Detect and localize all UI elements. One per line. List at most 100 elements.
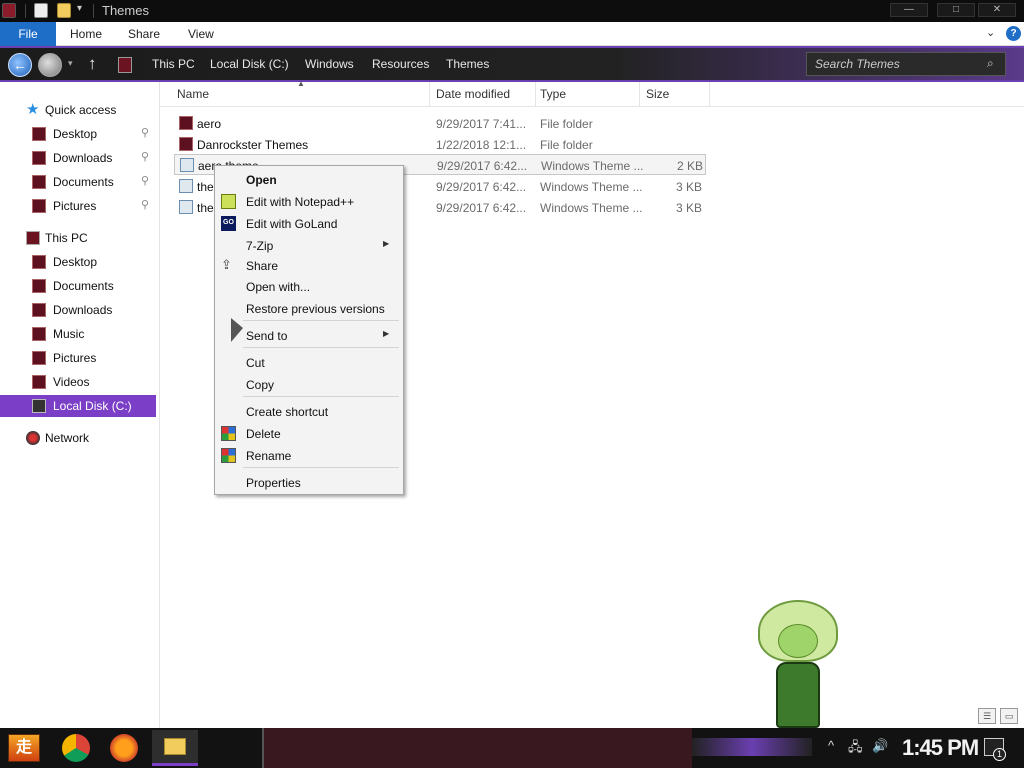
- menu-item-restore-previous-versions[interactable]: Restore previous versions: [215, 297, 403, 319]
- start-button[interactable]: 走: [8, 734, 40, 762]
- sidebar-item-label: Quick access: [45, 103, 117, 117]
- forward-button[interactable]: [38, 53, 62, 77]
- sidebar-item-downloads[interactable]: Downloads ⚲: [0, 147, 156, 169]
- file-name: aero: [197, 117, 222, 131]
- sidebar-item-pc-downloads[interactable]: Downloads: [0, 299, 156, 321]
- folder-icon: [179, 116, 193, 130]
- menu-item-label: Open with...: [246, 280, 311, 294]
- shield-icon: [221, 426, 236, 441]
- pin-icon[interactable]: ⚲: [141, 174, 149, 187]
- folder-icon: [164, 738, 186, 755]
- pin-icon[interactable]: ⚲: [141, 126, 149, 139]
- minimize-button[interactable]: —: [890, 3, 928, 17]
- sidebar-item-pc-music[interactable]: Music: [0, 323, 156, 345]
- sidebar-item-pc-desktop[interactable]: Desktop: [0, 251, 156, 273]
- search-icon[interactable]: ⌕: [987, 56, 994, 71]
- new-folder-quick-icon[interactable]: [57, 3, 71, 18]
- file-row[interactable]: aero 9/29/2017 7:41... File folder: [174, 113, 706, 134]
- file-size: 3 KB: [675, 201, 702, 215]
- chrome-icon[interactable]: [62, 734, 90, 762]
- menu-item-send-to[interactable]: Send to ▶: [215, 324, 403, 346]
- menu-item-share[interactable]: ⇪ Share: [215, 254, 403, 276]
- sidebar-item-quick-access[interactable]: ★ Quick access: [0, 99, 156, 121]
- menu-item-7zip[interactable]: 7-Zip ▶: [215, 234, 403, 256]
- breadcrumb-this-pc[interactable]: This PC: [152, 57, 195, 71]
- menu-item-rename[interactable]: Rename: [215, 444, 403, 466]
- large-icons-view-icon[interactable]: ▭: [1000, 708, 1018, 724]
- breadcrumb-windows[interactable]: Windows: [305, 57, 354, 71]
- breadcrumb-local-disk[interactable]: Local Disk (C:): [210, 57, 289, 71]
- mouse-cursor-icon: [231, 318, 243, 342]
- expand-ribbon-icon[interactable]: ⌄: [986, 26, 995, 39]
- menu-item-edit-notepad[interactable]: Edit with Notepad++: [215, 190, 403, 212]
- sidebar-item-label: Pictures: [53, 351, 97, 365]
- menu-item-delete[interactable]: Delete: [215, 422, 403, 444]
- menu-item-edit-goland[interactable]: GO Edit with GoLand: [215, 212, 403, 234]
- maximize-button[interactable]: □: [937, 3, 975, 17]
- sidebar-item-pictures[interactable]: Pictures ⚲: [0, 195, 156, 217]
- sidebar-item-this-pc[interactable]: This PC: [0, 227, 156, 249]
- sidebar-item-pc-pictures[interactable]: Pictures: [0, 347, 156, 369]
- column-header-type[interactable]: Type: [536, 82, 640, 107]
- sidebar-item-documents[interactable]: Documents ⚲: [0, 171, 156, 193]
- file-size: 3 KB: [675, 180, 702, 194]
- file-row[interactable]: Danrockster Themes 1/22/2018 12:1... Fil…: [174, 134, 706, 155]
- file-date: 9/29/2017 6:42...: [437, 159, 528, 173]
- column-header-name[interactable]: Name: [160, 82, 430, 107]
- sidebar-item-network[interactable]: Network: [0, 427, 156, 449]
- drive-icon: [32, 399, 46, 413]
- up-button[interactable]: ↑: [88, 54, 97, 74]
- sidebar-item-label: This PC: [45, 231, 88, 245]
- sidebar-item-label: Local Disk (C:): [53, 399, 132, 413]
- pin-icon[interactable]: ⚲: [141, 198, 149, 211]
- search-input[interactable]: [807, 53, 982, 75]
- app-icon[interactable]: [2, 3, 16, 18]
- recent-locations-dropdown-icon[interactable]: ▾: [68, 58, 73, 69]
- show-hidden-icons-chevron-icon[interactable]: ^: [828, 738, 834, 753]
- notepad-plus-plus-icon: [221, 194, 236, 209]
- taskbar-decoration: [262, 728, 692, 768]
- sidebar-item-label: Network: [45, 431, 90, 445]
- properties-quick-icon[interactable]: [34, 3, 48, 18]
- menu-item-properties[interactable]: Properties: [215, 471, 403, 493]
- back-button[interactable]: ←: [8, 53, 32, 77]
- help-icon[interactable]: ?: [1006, 26, 1021, 41]
- file-explorer-taskbar-button[interactable]: [152, 730, 198, 766]
- menu-item-label: Delete: [246, 427, 281, 441]
- tab-home[interactable]: Home: [70, 22, 102, 46]
- volume-icon[interactable]: 🔊: [872, 738, 888, 754]
- menu-item-copy[interactable]: Copy: [215, 373, 403, 395]
- details-view-icon[interactable]: ☰: [978, 708, 996, 724]
- menu-item-cut[interactable]: Cut: [215, 351, 403, 373]
- menu-separator: [243, 320, 399, 321]
- pin-icon[interactable]: ⚲: [141, 150, 149, 163]
- clock[interactable]: 1:45 PM: [902, 735, 979, 761]
- tab-view[interactable]: View: [188, 22, 214, 46]
- menu-item-open-with[interactable]: Open with...: [215, 275, 403, 297]
- tab-share[interactable]: Share: [128, 22, 160, 46]
- sidebar-item-pc-videos[interactable]: Videos: [0, 371, 156, 393]
- sidebar-item-local-disk[interactable]: Local Disk (C:): [0, 395, 156, 417]
- file-date: 9/29/2017 7:41...: [436, 117, 527, 131]
- theme-file-icon: [179, 179, 193, 193]
- menu-item-label: Rename: [246, 449, 292, 463]
- column-header-date-modified[interactable]: Date modified: [430, 82, 536, 107]
- tab-file[interactable]: File: [0, 22, 56, 46]
- menu-item-create-shortcut[interactable]: Create shortcut: [215, 400, 403, 422]
- sidebar-item-desktop[interactable]: Desktop ⚲: [0, 123, 156, 145]
- breadcrumb-resources[interactable]: Resources: [372, 57, 429, 71]
- sidebar-item-pc-documents[interactable]: Documents: [0, 275, 156, 297]
- file-date: 9/29/2017 6:42...: [436, 201, 527, 215]
- file-size: 2 KB: [676, 159, 703, 173]
- ribbon-tabs: File Home Share View ⌄ ?: [0, 22, 1024, 46]
- breadcrumb-themes[interactable]: Themes: [446, 57, 489, 71]
- menu-item-open[interactable]: Open: [215, 168, 403, 190]
- search-box[interactable]: ⌕: [806, 52, 1006, 76]
- taskbar: 走 ^ 🖧 🔊 1:45 PM 1: [0, 728, 1024, 768]
- address-bar: ← ▾ ↑ This PC Local Disk (C:) Windows Re…: [0, 46, 1024, 82]
- firefox-icon[interactable]: [110, 734, 138, 762]
- quick-access-toolbar-dropdown-icon[interactable]: ▾: [77, 3, 82, 14]
- column-header-size[interactable]: Size: [640, 82, 710, 107]
- close-button[interactable]: ✕: [978, 3, 1016, 17]
- network-icon[interactable]: 🖧: [848, 738, 863, 760]
